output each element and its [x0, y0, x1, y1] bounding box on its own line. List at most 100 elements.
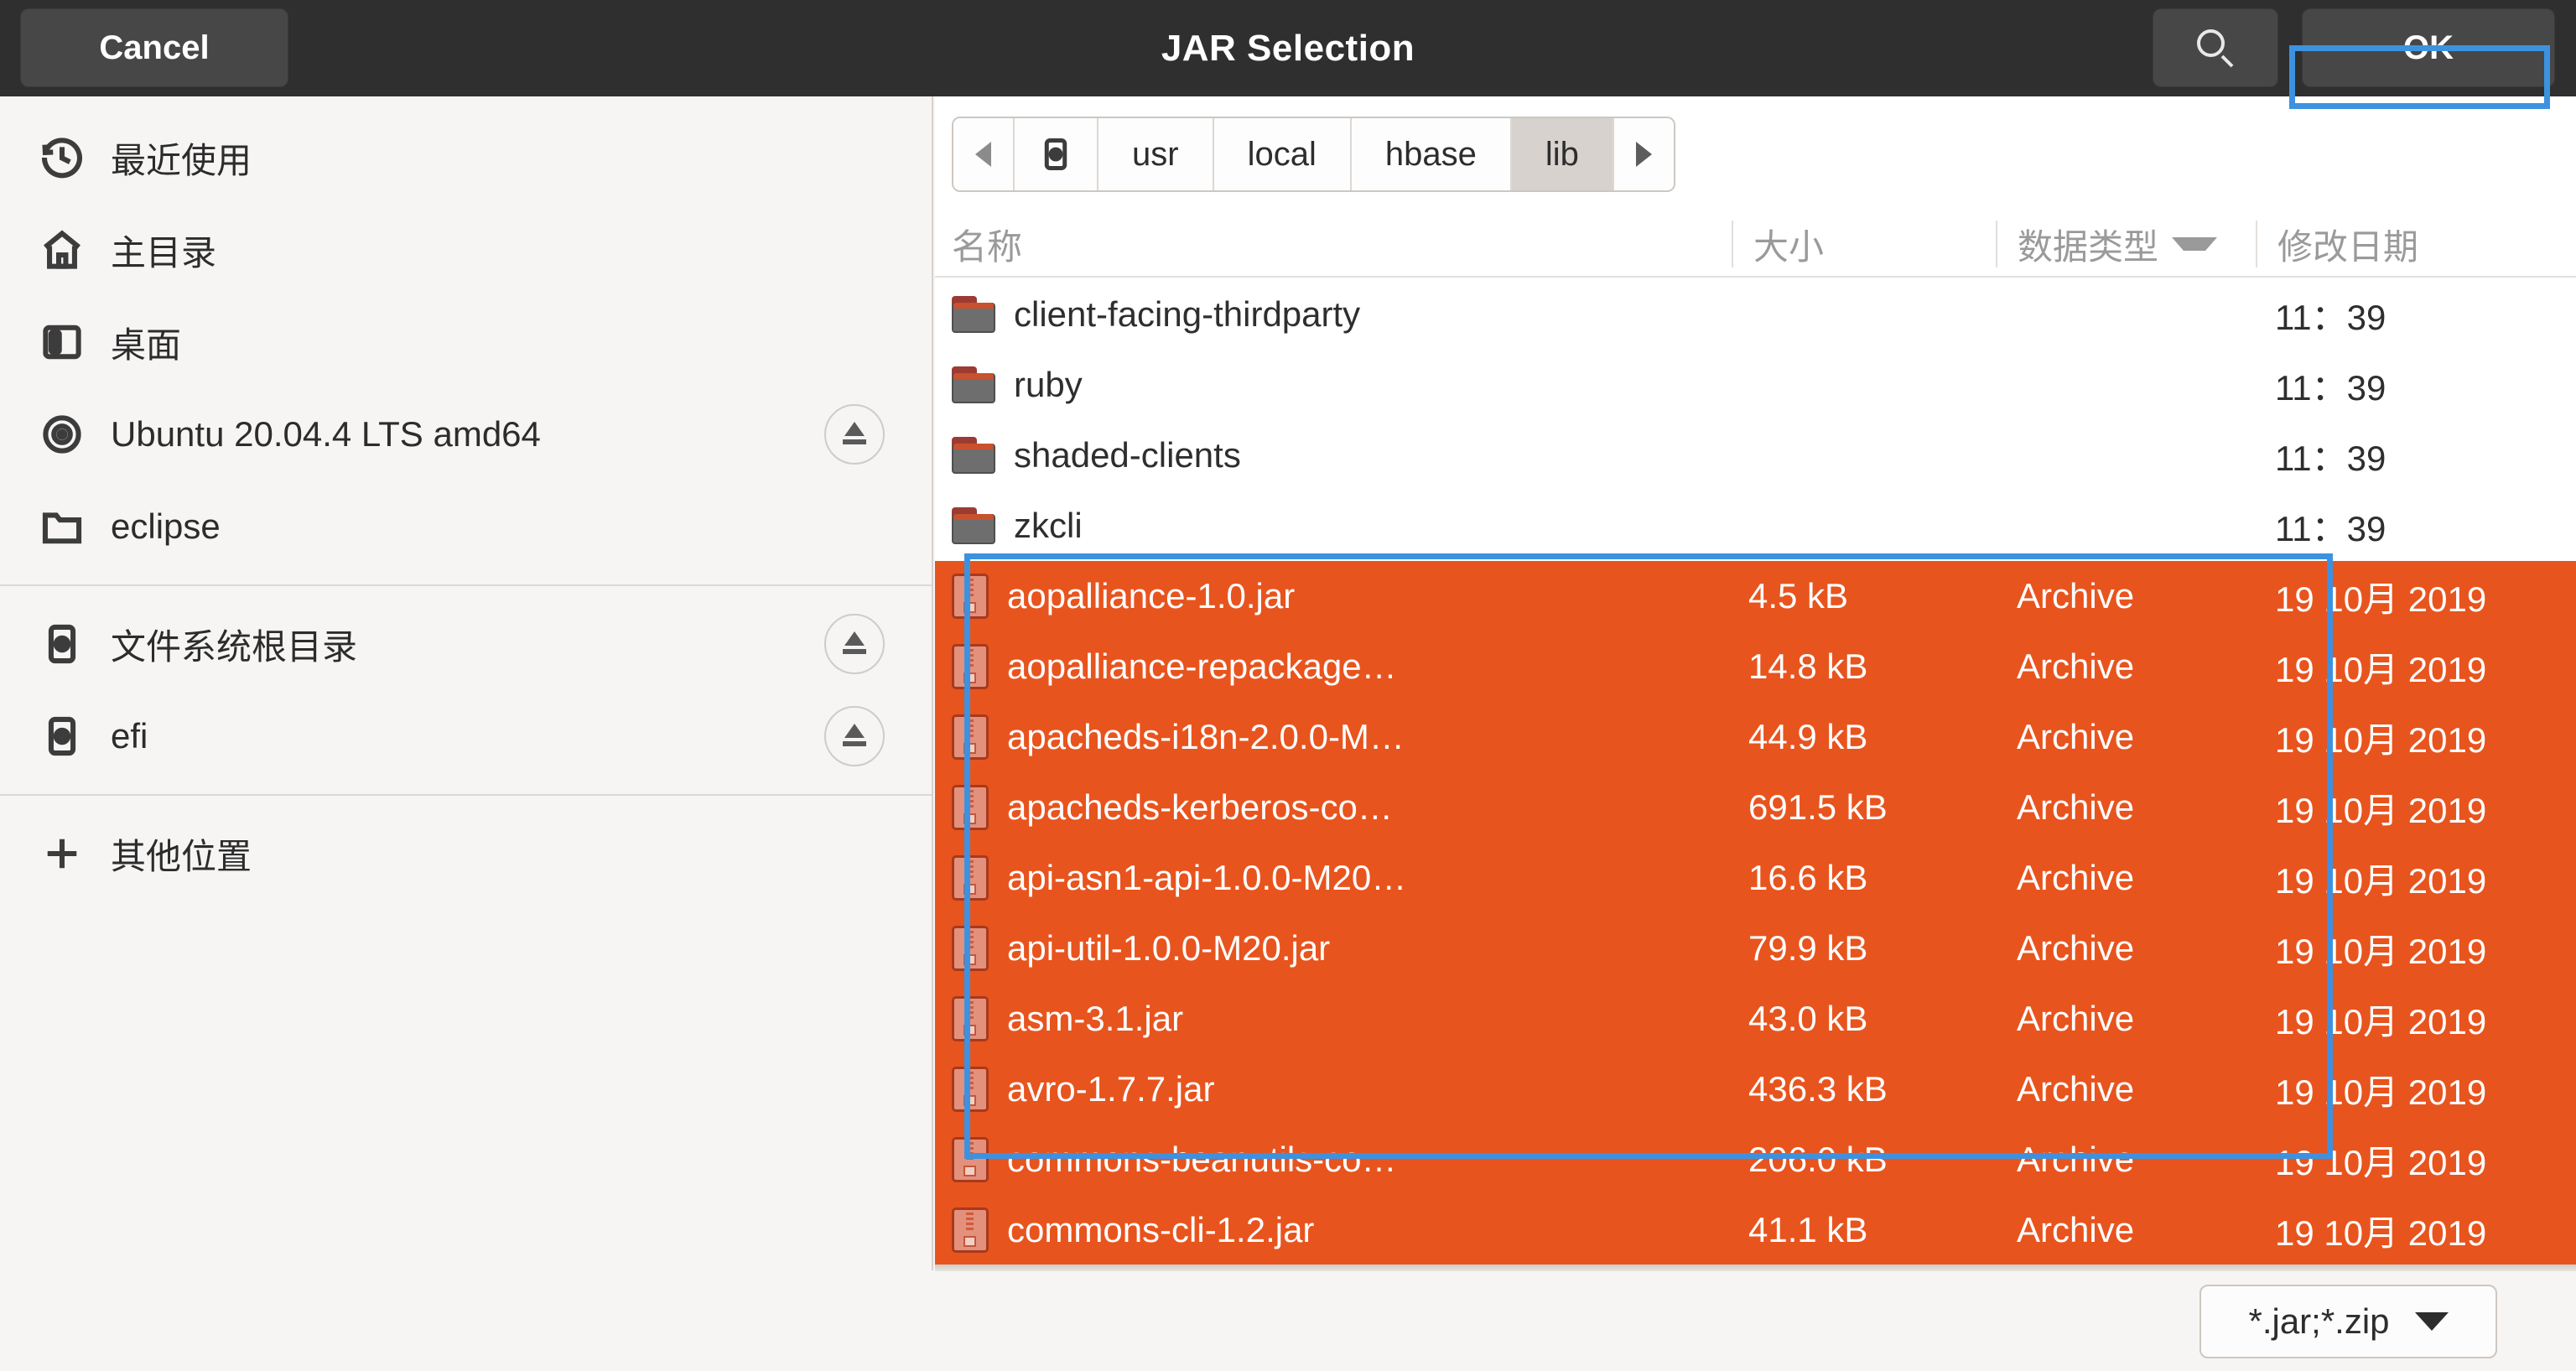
file-size: 206.0 kB: [1748, 1140, 1888, 1179]
file-list[interactable]: client-facing-thirdparty 11：39 ruby 11：3…: [935, 279, 2576, 1270]
archive-file-icon: [952, 855, 989, 901]
file-name: apacheds-kerberos-co…: [1007, 787, 1393, 827]
breadcrumb: usr local hbase lib: [952, 117, 1675, 192]
sidebar-item-recent[interactable]: 最近使用: [0, 112, 932, 204]
file-name: commons-beanutils-co…: [1007, 1140, 1397, 1179]
column-header-row: 名称 大小 数据类型 修改日期: [935, 210, 2576, 278]
archive-file-icon: [952, 574, 989, 619]
sidebar-item-efi[interactable]: efi: [0, 690, 932, 782]
sidebar-item-label: 桌面: [111, 325, 182, 365]
recent-clock-icon: [39, 134, 99, 181]
file-type: Archive: [2017, 1140, 2135, 1179]
folder-icon: [952, 507, 995, 544]
breadcrumb-item-lib[interactable]: lib: [1511, 118, 1614, 190]
table-row[interactable]: aopalliance-repackage… 14.8 kB Archive 1…: [935, 631, 2576, 702]
chevron-down-icon: [2172, 237, 2218, 251]
cancel-button[interactable]: Cancel: [20, 8, 288, 87]
file-name: ruby: [1014, 365, 1083, 404]
column-header-name[interactable]: 名称: [952, 210, 1022, 278]
breadcrumb-item-hbase[interactable]: hbase: [1351, 118, 1512, 190]
eject-button[interactable]: [824, 404, 885, 465]
cancel-button-label: Cancel: [99, 29, 210, 66]
file-size: 4.5 kB: [1748, 576, 1849, 615]
sidebar-item-filesystem-root[interactable]: 文件系统根目录: [0, 598, 932, 690]
file-name: client-facing-thirdparty: [1014, 294, 1361, 334]
search-icon: [2195, 28, 2236, 68]
archive-file-icon: [952, 1067, 989, 1112]
folder-icon: [952, 437, 995, 474]
eject-button[interactable]: [824, 706, 885, 766]
table-row[interactable]: commons-cli-1.2.jar 41.1 kB Archive 19 1…: [935, 1195, 2576, 1265]
table-row[interactable]: asm-3.1.jar 43.0 kB Archive 19 10月 2019: [935, 984, 2576, 1054]
sidebar-item-ubuntu-iso[interactable]: Ubuntu 20.04.4 LTS amd64: [0, 388, 932, 480]
file-modified: 19 10月 2019: [2275, 931, 2487, 971]
sidebar-item-desktop[interactable]: 桌面: [0, 296, 932, 388]
file-name: apacheds-i18n-2.0.0-M…: [1007, 717, 1405, 756]
search-button[interactable]: [2153, 8, 2278, 87]
table-row[interactable]: api-asn1-api-1.0.0-M20… 16.6 kB Archive …: [935, 843, 2576, 913]
breadcrumb-item-usr[interactable]: usr: [1098, 118, 1214, 190]
eject-button[interactable]: [824, 614, 885, 674]
file-type: Archive: [2017, 928, 2135, 968]
breadcrumb-root-button[interactable]: [1015, 118, 1098, 190]
ok-button[interactable]: OK: [2302, 8, 2555, 87]
sidebar-item-other-locations[interactable]: 其他位置: [0, 808, 932, 900]
sidebar-item-label: eclipse: [111, 506, 221, 546]
file-size: 14.8 kB: [1748, 647, 1868, 686]
file-type: Archive: [2017, 999, 2135, 1038]
file-modified: 19 10月 2019: [2275, 1001, 2487, 1041]
column-header-size[interactable]: 大小: [1732, 210, 1824, 278]
folder-icon: [39, 503, 99, 550]
file-size: 41.1 kB: [1748, 1210, 1868, 1249]
breadcrumb-back-button[interactable]: [953, 118, 1015, 190]
chevron-left-icon: [975, 142, 991, 167]
file-name: api-asn1-api-1.0.0-M20…: [1007, 858, 1407, 897]
sidebar-item-eclipse[interactable]: eclipse: [0, 480, 932, 573]
file-size: 79.9 kB: [1748, 928, 1868, 968]
file-type-filter-dropdown[interactable]: *.jar;*.zip: [2199, 1285, 2497, 1358]
breadcrumb-item-local[interactable]: local: [1213, 118, 1352, 190]
archive-file-icon: [952, 926, 989, 971]
file-size: 436.3 kB: [1748, 1069, 1888, 1109]
sidebar-item-label: 主目录: [111, 232, 217, 273]
desktop-icon: [39, 319, 99, 366]
file-modified: 11：39: [2275, 438, 2386, 478]
sidebar-divider: [0, 584, 932, 586]
file-type: Archive: [2017, 1210, 2135, 1249]
sidebar-item-label: 其他位置: [111, 836, 252, 876]
places-sidebar: 最近使用 主目录 桌面 Ubuntu 20.04.4 LTS amd64 ecl…: [0, 96, 933, 1270]
file-type: Archive: [2017, 717, 2135, 756]
folder-icon: [952, 296, 995, 333]
breadcrumb-forward-button[interactable]: [1613, 118, 1674, 190]
file-name: commons-cli-1.2.jar: [1007, 1210, 1315, 1249]
column-header-modified[interactable]: 修改日期: [2256, 210, 2418, 278]
table-row[interactable]: commons-beanutils-co… 206.0 kB Archive 1…: [935, 1124, 2576, 1195]
table-row[interactable]: client-facing-thirdparty 11：39: [935, 279, 2576, 350]
table-row[interactable]: api-util-1.0.0-M20.jar 79.9 kB Archive 1…: [935, 913, 2576, 984]
dialog-titlebar: Cancel JAR Selection OK: [0, 0, 2576, 96]
column-header-type[interactable]: 数据类型: [1996, 210, 2218, 278]
archive-file-icon: [952, 1137, 989, 1182]
file-modified: 19 10月 2019: [2275, 790, 2487, 830]
table-row[interactable]: apacheds-i18n-2.0.0-M… 44.9 kB Archive 1…: [935, 702, 2576, 772]
file-type: Archive: [2017, 647, 2135, 686]
table-row[interactable]: aopalliance-1.0.jar 4.5 kB Archive 19 10…: [935, 561, 2576, 631]
file-modified: 19 10月 2019: [2275, 719, 2487, 760]
home-icon: [39, 226, 99, 273]
ok-button-label: OK: [2403, 29, 2454, 66]
file-name: aopalliance-1.0.jar: [1007, 576, 1296, 615]
table-row[interactable]: avro-1.7.7.jar 436.3 kB Archive 19 10月 2…: [935, 1054, 2576, 1124]
file-type: Archive: [2017, 576, 2135, 615]
archive-file-icon: [952, 1207, 989, 1253]
drive-icon: [39, 621, 99, 667]
sidebar-item-home[interactable]: 主目录: [0, 204, 932, 296]
sidebar-item-label: 最近使用: [111, 140, 252, 180]
folder-icon: [952, 366, 995, 403]
file-name: zkcli: [1014, 506, 1083, 545]
table-row[interactable]: zkcli 11：39: [935, 491, 2576, 561]
table-row[interactable]: shaded-clients 11：39: [935, 420, 2576, 491]
table-row[interactable]: ruby 11：39: [935, 350, 2576, 420]
table-row[interactable]: apacheds-kerberos-co… 691.5 kB Archive 1…: [935, 772, 2576, 843]
file-modified: 11：39: [2275, 367, 2386, 408]
archive-file-icon: [952, 644, 989, 689]
